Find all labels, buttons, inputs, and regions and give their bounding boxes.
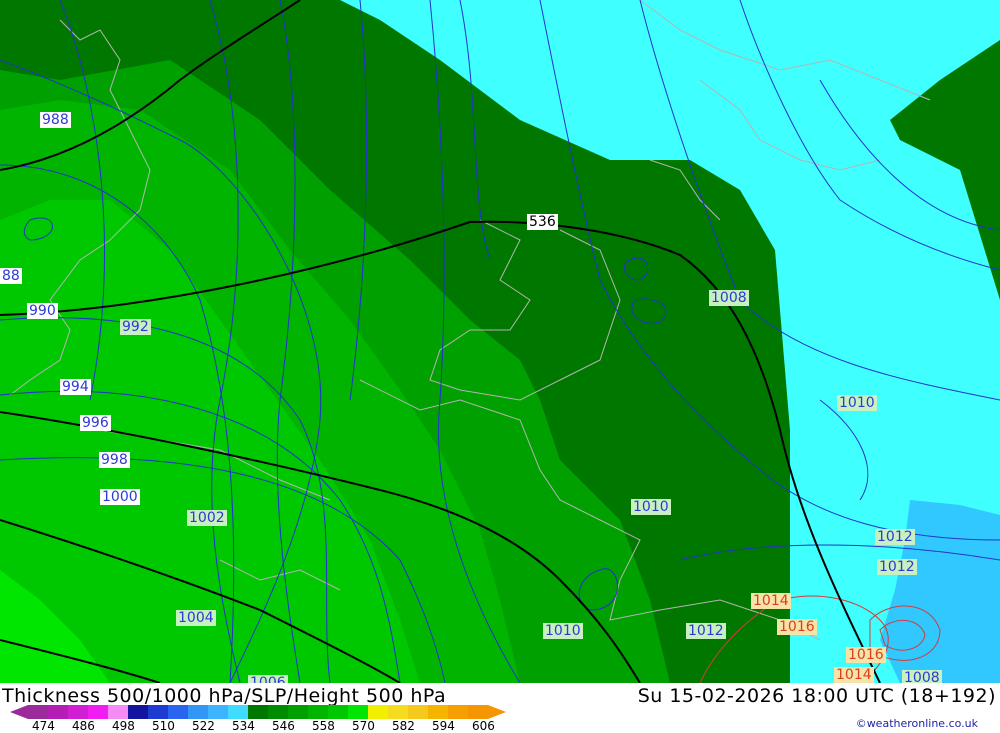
- weather-map: [0, 0, 1000, 683]
- isobar-label: 992: [120, 319, 151, 335]
- scale-swatch: [48, 705, 68, 719]
- scale-tick-label: 510: [152, 719, 175, 733]
- scale-swatch: [188, 705, 208, 719]
- scale-swatch: [388, 705, 408, 719]
- isobar-label: 1012: [875, 529, 915, 545]
- isobar-label: 998: [99, 452, 130, 468]
- credit-link[interactable]: ©weatheronline.co.uk: [856, 717, 978, 730]
- isobar-label: 1016: [777, 619, 817, 635]
- scale-swatch: [128, 705, 148, 719]
- isobar-label: 1010: [837, 395, 877, 411]
- isobar-label: 88: [0, 268, 22, 284]
- map-footer: Thickness 500/1000 hPa/SLP/Height 500 hP…: [0, 683, 1000, 733]
- isobar-label: 994: [60, 379, 91, 395]
- scale-left-arrow: [10, 705, 28, 719]
- scale-tick-label: 558: [312, 719, 335, 733]
- scale-swatch: [328, 705, 348, 719]
- scale-tick-label: 486: [72, 719, 95, 733]
- height-label: 536: [527, 214, 558, 230]
- scale-swatch: [208, 705, 228, 719]
- isobar-label: 1010: [631, 499, 671, 515]
- isobar-label: 1004: [176, 610, 216, 626]
- scale-tick-label: 522: [192, 719, 215, 733]
- isobar-label: 988: [40, 112, 71, 128]
- valid-time: Su 15-02-2026 18:00 UTC (18+192): [637, 685, 996, 707]
- scale-swatch: [308, 705, 328, 719]
- isobar-label: 1012: [877, 559, 917, 575]
- scale-tick-label: 498: [112, 719, 135, 733]
- isobar-label: 1000: [100, 489, 140, 505]
- scale-right-arrow: [488, 705, 506, 719]
- scale-swatch: [268, 705, 288, 719]
- scale-swatch: [228, 705, 248, 719]
- scale-swatch: [368, 705, 388, 719]
- isobar-label: 1014: [751, 593, 791, 609]
- isobar-label: 1012: [686, 623, 726, 639]
- scale-tick-label: 474: [32, 719, 55, 733]
- scale-tick-label: 546: [272, 719, 295, 733]
- scale-swatch: [428, 705, 448, 719]
- map-title: Thickness 500/1000 hPa/SLP/Height 500 hP…: [2, 685, 447, 707]
- scale-tick-label: 534: [232, 719, 255, 733]
- scale-swatch: [88, 705, 108, 719]
- isobar-label: 990: [27, 303, 58, 319]
- scale-swatch: [408, 705, 428, 719]
- scale-swatch: [468, 705, 488, 719]
- isobar-label: 1002: [187, 510, 227, 526]
- scale-swatch: [348, 705, 368, 719]
- scale-swatch: [68, 705, 88, 719]
- isobar-label: 996: [80, 415, 111, 431]
- scale-swatch: [28, 705, 48, 719]
- color-scale: [28, 705, 488, 719]
- scale-swatch: [448, 705, 468, 719]
- isobar-label: 1008: [709, 290, 749, 306]
- scale-swatch: [168, 705, 188, 719]
- isobar-label: 1014: [834, 667, 874, 683]
- isobar-label: 1016: [846, 647, 886, 663]
- isobar-label: 1010: [543, 623, 583, 639]
- scale-tick-label: 582: [392, 719, 415, 733]
- scale-swatch: [288, 705, 308, 719]
- scale-swatch: [148, 705, 168, 719]
- scale-swatch: [108, 705, 128, 719]
- scale-tick-label: 570: [352, 719, 375, 733]
- scale-tick-label: 606: [472, 719, 495, 733]
- scale-tick-label: 594: [432, 719, 455, 733]
- scale-swatch: [248, 705, 268, 719]
